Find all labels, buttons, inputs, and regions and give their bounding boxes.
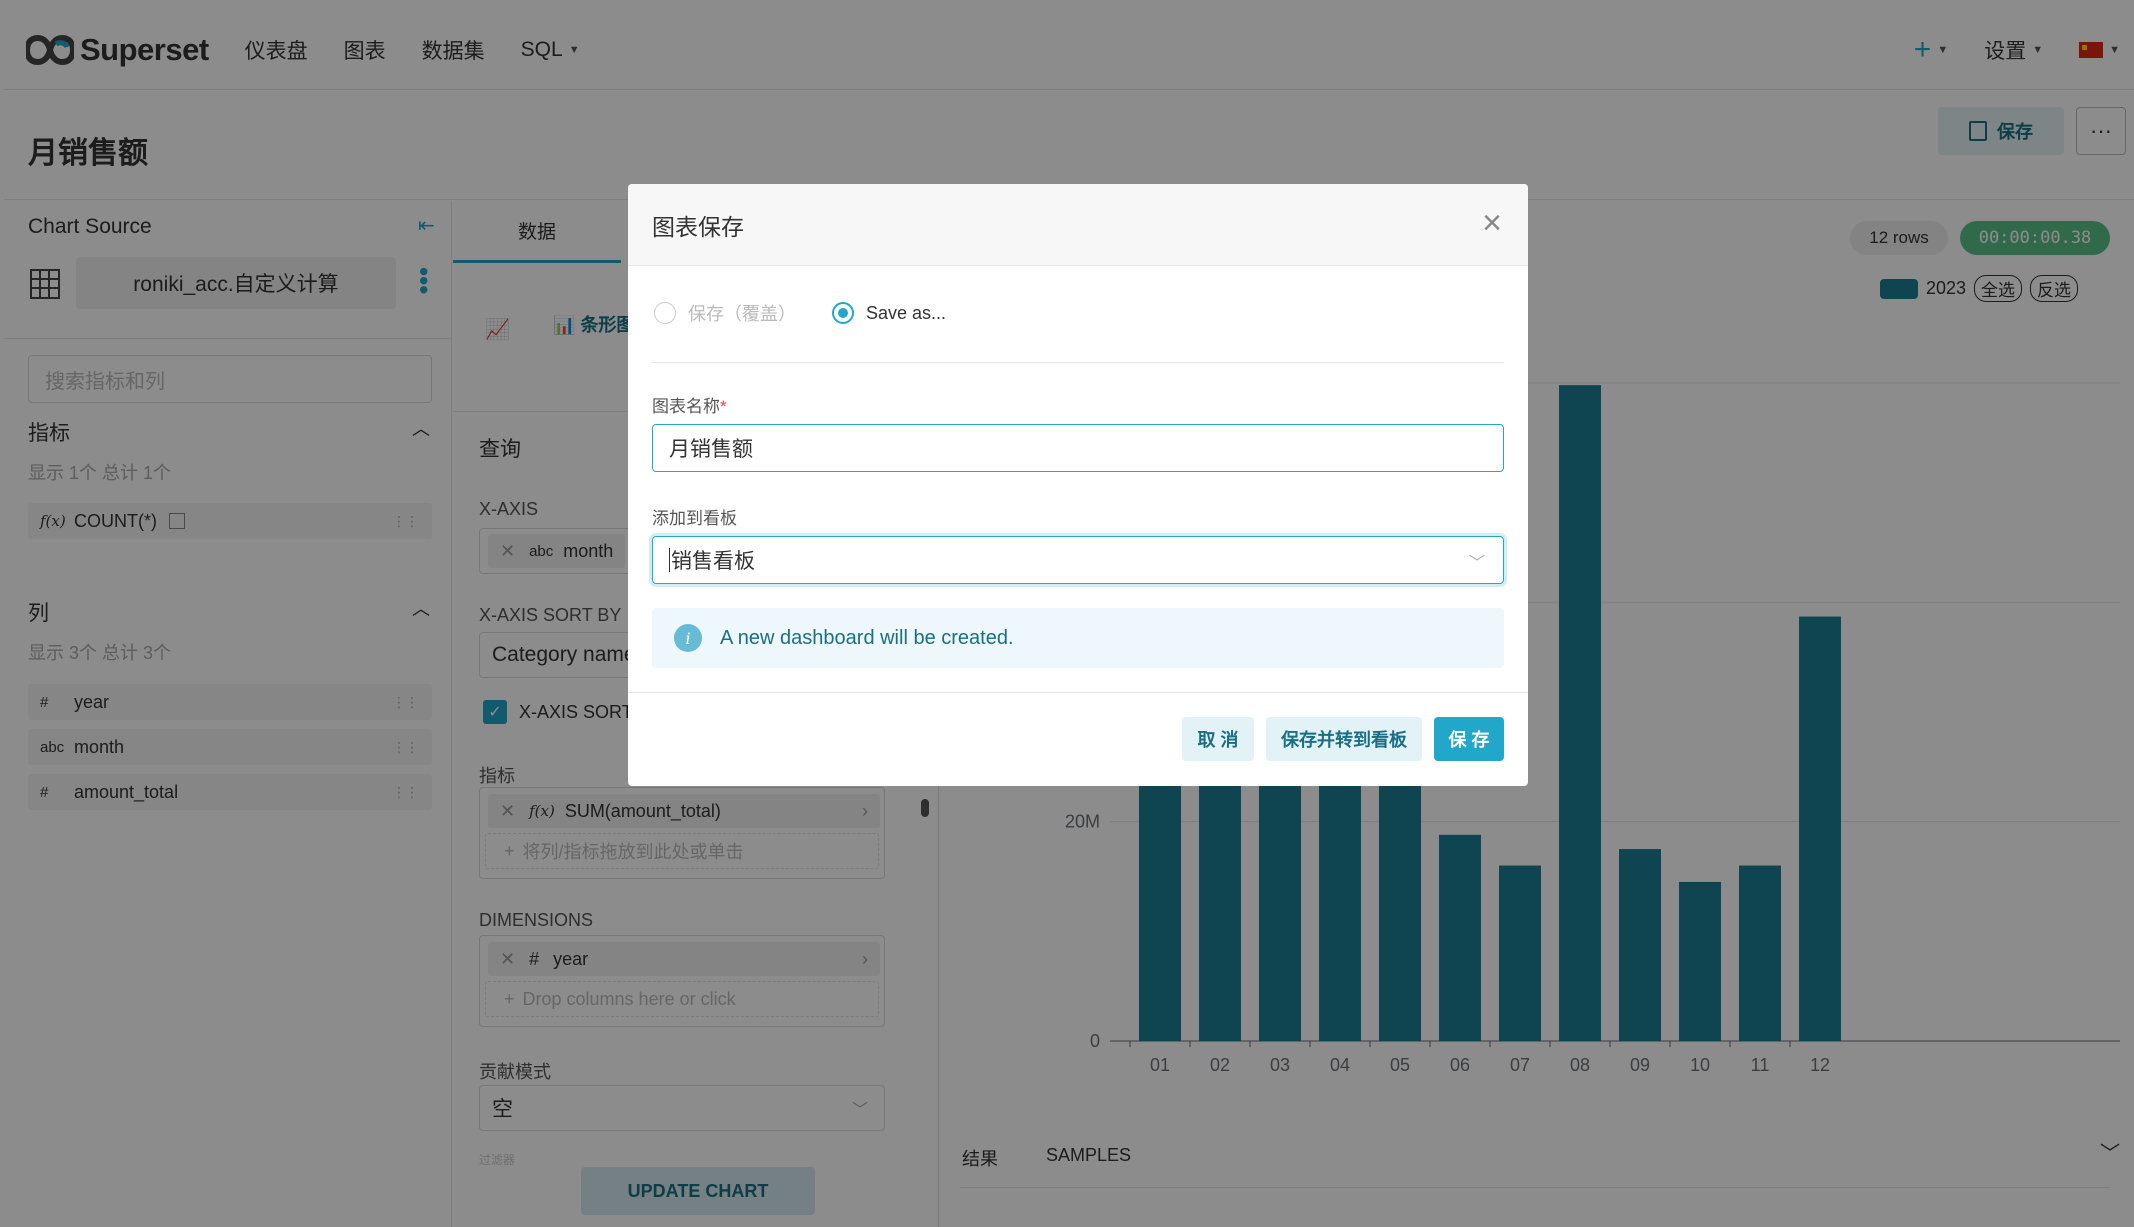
chevron-down-icon[interactable]: ﹀ [1469,549,1485,573]
divider [628,692,1528,693]
cancel-button[interactable]: 取 消 [1182,717,1254,761]
save-chart-modal: 图表保存 × 保存（覆盖） Save as... 图表名称* 月销售额 添加到看… [628,184,1528,786]
save-button[interactable]: 保 存 [1434,717,1504,761]
info-icon: i [674,624,702,652]
divider [652,362,1504,363]
dashboard-label: 添加到看板 [652,509,737,528]
save-mode-radios: 保存（覆盖） Save as... [654,300,946,326]
info-text: A new dashboard will be created. [720,626,1014,649]
radio-overwrite[interactable] [654,302,676,324]
dashboard-value: 销售看板 [671,550,755,573]
close-icon[interactable]: × [1482,206,1502,240]
modal-title: 图表保存 [652,213,744,240]
radio-overwrite-label[interactable]: 保存（覆盖） [688,300,796,326]
chart-name-input[interactable]: 月销售额 [652,424,1504,472]
dashboard-select[interactable]: 销售看板 ﹀ [652,536,1504,584]
required-mark: * [720,397,727,416]
modal-header: 图表保存 [628,184,1528,266]
chart-name-label: 图表名称* [652,392,727,417]
info-alert: i A new dashboard will be created. [652,608,1504,668]
save-and-go-button[interactable]: 保存并转到看板 [1266,717,1422,761]
radio-save-as[interactable] [832,302,854,324]
radio-save-as-label[interactable]: Save as... [866,303,946,324]
chart-name-label-text: 图表名称 [652,397,720,416]
text-cursor [669,548,670,572]
